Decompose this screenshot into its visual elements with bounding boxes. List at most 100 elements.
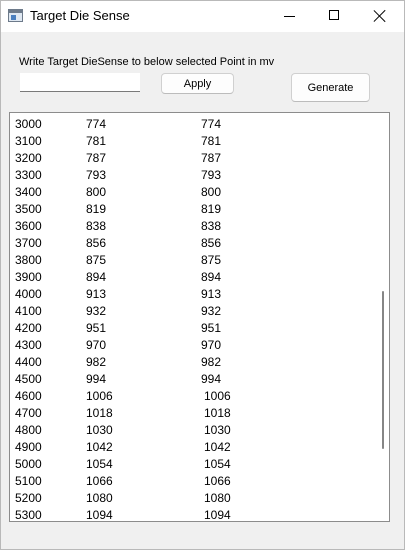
table-row[interactable]: 5100 1066 1066 [10, 472, 372, 489]
table-row[interactable]: 4200 951 951 [10, 319, 372, 336]
value-cell: 1054 [86, 457, 113, 471]
target-cell: 982 [201, 355, 222, 369]
maximize-button[interactable] [312, 1, 357, 32]
value-cell: 1030 [86, 423, 113, 437]
point-cell: 4500 [15, 372, 42, 386]
table-row[interactable]: 4000 913 913 [10, 285, 372, 302]
point-cell: 5100 [15, 474, 42, 488]
point-cell: 5000 [15, 457, 42, 471]
target-cell: 994 [201, 372, 222, 386]
target-cell: 838 [201, 219, 222, 233]
value-cell: 913 [86, 287, 107, 301]
table-row[interactable]: 3600 838 838 [10, 217, 372, 234]
point-cell: 4100 [15, 304, 42, 318]
value-cell: 1094 [86, 508, 113, 522]
target-cell: 875 [201, 253, 222, 267]
value-cell: 1018 [86, 406, 113, 420]
table-row[interactable]: 4800 1030 1030 [10, 421, 372, 438]
point-cell: 5300 [15, 508, 42, 522]
table-row[interactable]: 3100 781 781 [10, 132, 372, 149]
table-row[interactable]: 4900 1042 1042 [10, 438, 372, 455]
table-row[interactable]: 3900 894 894 [10, 268, 372, 285]
point-cell: 3100 [15, 134, 42, 148]
target-cell: 1094 [204, 508, 231, 522]
table-row[interactable]: 3800 875 875 [10, 251, 372, 268]
instruction-label: Write Target DieSense to below selected … [19, 56, 275, 68]
table-row[interactable]: 5200 1080 1080 [10, 489, 372, 506]
value-cell: 800 [86, 185, 107, 199]
table-row[interactable]: 3500 819 819 [10, 200, 372, 217]
target-cell: 1080 [204, 491, 231, 505]
point-cell: 4300 [15, 338, 42, 352]
table-row[interactable]: 3300 793 793 [10, 166, 372, 183]
target-cell: 800 [201, 185, 222, 199]
close-button[interactable] [357, 1, 402, 32]
data-list[interactable]: 3000 774 774 3100 781 781 3200 787 787 3300 793 793… [9, 112, 390, 522]
target-cell: 894 [201, 270, 222, 284]
point-cell: 5200 [15, 491, 42, 505]
point-cell: 3300 [15, 168, 42, 182]
value-cell: 774 [86, 117, 107, 131]
value-cell: 781 [86, 134, 107, 148]
point-cell: 3200 [15, 151, 42, 165]
target-cell: 932 [201, 304, 222, 318]
target-cell: 970 [201, 338, 222, 352]
value-cell: 894 [86, 270, 107, 284]
target-cell: 1018 [204, 406, 231, 420]
value-cell: 1066 [86, 474, 113, 488]
scrollbar-thumb[interactable] [382, 291, 384, 449]
value-cell: 856 [86, 236, 107, 250]
dialog-window: Target Die Sense Write Target DieSense t… [0, 0, 405, 550]
target-cell: 856 [201, 236, 222, 250]
point-cell: 4800 [15, 423, 42, 437]
generate-button[interactable]: Generate [291, 73, 370, 102]
table-row[interactable]: 4500 994 994 [10, 370, 372, 387]
target-cell: 1030 [204, 423, 231, 437]
target-cell: 781 [201, 134, 222, 148]
apply-button[interactable]: Apply [161, 73, 234, 94]
vertical-scrollbar[interactable] [376, 113, 389, 521]
value-cell: 875 [86, 253, 107, 267]
data-list-rows: 3000 774 774 3100 781 781 3200 787 787 3300 793 793… [10, 115, 372, 522]
value-cell: 819 [86, 202, 107, 216]
window-app-icon [8, 9, 23, 22]
target-cell: 819 [201, 202, 222, 216]
value-cell: 787 [86, 151, 107, 165]
table-row[interactable]: 5300 1094 1094 [10, 506, 372, 522]
target-cell: 1066 [204, 474, 231, 488]
table-row[interactable]: 4100 932 932 [10, 302, 372, 319]
target-cell: 1054 [204, 457, 231, 471]
point-cell: 3400 [15, 185, 42, 199]
table-row[interactable]: 3000 774 774 [10, 115, 372, 132]
target-cell: 1006 [204, 389, 231, 403]
target-value-input[interactable] [20, 73, 140, 92]
point-cell: 3600 [15, 219, 42, 233]
point-cell: 3800 [15, 253, 42, 267]
table-row[interactable]: 4700 1018 1018 [10, 404, 372, 421]
point-cell: 3000 [15, 117, 42, 131]
title-bar[interactable]: Target Die Sense [1, 1, 404, 32]
target-cell: 787 [201, 151, 222, 165]
value-cell: 1080 [86, 491, 113, 505]
point-cell: 3500 [15, 202, 42, 216]
target-cell: 951 [201, 321, 222, 335]
close-icon [373, 9, 387, 23]
point-cell: 3900 [15, 270, 42, 284]
point-cell: 4900 [15, 440, 42, 454]
table-row[interactable]: 4600 1006 1006 [10, 387, 372, 404]
target-cell: 1042 [204, 440, 231, 454]
table-row[interactable]: 3200 787 787 [10, 149, 372, 166]
value-cell: 793 [86, 168, 107, 182]
maximize-icon [329, 10, 339, 20]
table-row[interactable]: 3400 800 800 [10, 183, 372, 200]
point-cell: 4200 [15, 321, 42, 335]
value-cell: 951 [86, 321, 107, 335]
table-row[interactable]: 4400 982 982 [10, 353, 372, 370]
table-row[interactable]: 4300 970 970 [10, 336, 372, 353]
value-cell: 982 [86, 355, 107, 369]
table-row[interactable]: 5000 1054 1054 [10, 455, 372, 472]
minimize-button[interactable] [267, 1, 312, 32]
table-row[interactable]: 3700 856 856 [10, 234, 372, 251]
point-cell: 4400 [15, 355, 42, 369]
value-cell: 1006 [86, 389, 113, 403]
